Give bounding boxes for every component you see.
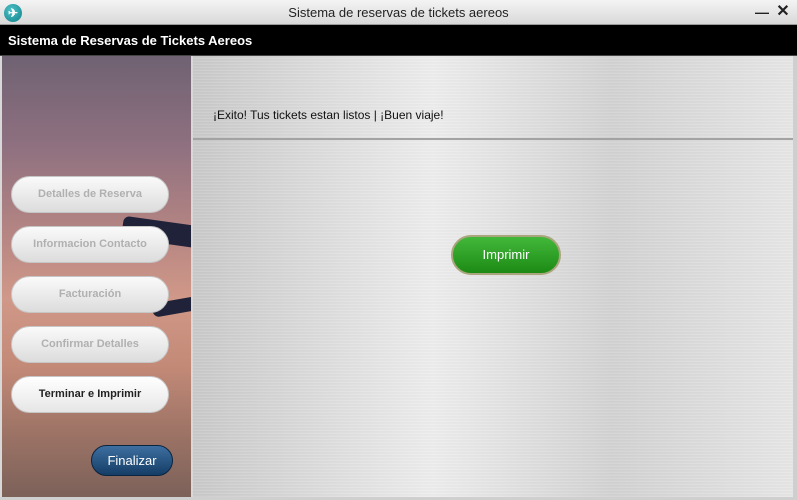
message-panel: ¡Exito! Tus tickets estan listos | ¡Buen…: [193, 56, 793, 140]
app-header: Sistema de Reservas de Tickets Aereos: [0, 25, 797, 56]
app-header-title: Sistema de Reservas de Tickets Aereos: [8, 33, 253, 48]
minimize-button[interactable]: —: [752, 3, 772, 21]
sidebar-item-facturacion[interactable]: Facturación: [11, 276, 169, 313]
window-titlebar: ✈ Sistema de reservas de tickets aereos …: [0, 0, 797, 25]
main-panel: ¡Exito! Tus tickets estan listos | ¡Buen…: [193, 56, 793, 497]
window-title: Sistema de reservas de tickets aereos: [288, 5, 509, 20]
sidebar: Detalles de Reserva Informacion Contacto…: [2, 56, 191, 497]
window-frame-right: [793, 56, 797, 500]
finalizar-button[interactable]: Finalizar: [91, 445, 173, 476]
sidebar-item-confirmar-detalles[interactable]: Confirmar Detalles: [11, 326, 169, 363]
sidebar-item-detalles-reserva[interactable]: Detalles de Reserva: [11, 176, 169, 213]
sidebar-item-informacion-contacto[interactable]: Informacion Contacto: [11, 226, 169, 263]
print-button[interactable]: Imprimir: [451, 235, 561, 275]
close-button[interactable]: ✕: [773, 3, 793, 21]
sidebar-item-terminar-imprimir[interactable]: Terminar e Imprimir: [11, 376, 169, 413]
success-message: ¡Exito! Tus tickets estan listos | ¡Buen…: [213, 108, 444, 122]
